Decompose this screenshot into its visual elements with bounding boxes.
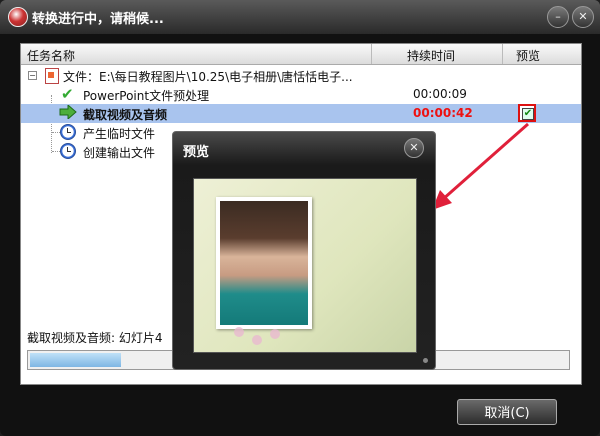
cancel-button[interactable]: 取消(C) <box>457 399 557 425</box>
minimize-button[interactable]: – <box>547 6 569 28</box>
alarm-clock-icon <box>60 124 76 140</box>
preview-window[interactable]: 预览 ✕ <box>172 131 436 370</box>
conversion-progress-window: 转换进行中，请稍候... – ✕ 任务名称 持续时间 预览 − 文件：E:\每日… <box>0 0 600 436</box>
task-label: 截取视频及音频 <box>83 108 168 122</box>
close-button[interactable]: ✕ <box>572 6 594 28</box>
title-bar: 转换进行中，请稍候... – ✕ <box>0 0 600 34</box>
preview-checkbox[interactable]: ✔ <box>518 104 536 122</box>
task-label: 产生临时文件 <box>83 127 156 141</box>
checkmark-icon: ✔ <box>522 108 534 120</box>
powerpoint-file-icon <box>45 68 59 84</box>
task-duration: 00:00:42 <box>413 106 473 120</box>
task-list-header: 任务名称 持续时间 预览 <box>21 44 581 65</box>
alarm-clock-icon <box>60 143 76 159</box>
task-row-file[interactable]: − 文件：E:\每日教程图片\10.25\电子相册\唐恬恬电子... <box>21 66 581 85</box>
arrow-right-icon <box>59 105 77 119</box>
column-divider <box>371 44 372 64</box>
task-row-preprocess[interactable]: ✔ PowerPoint文件预处理 00:00:09 <box>21 85 581 104</box>
preview-title: 预览 <box>183 145 210 160</box>
portrait-photo <box>220 201 308 325</box>
task-row-capture[interactable]: 截取视频及音频 00:00:42 ✔ <box>21 104 581 123</box>
window-title: 转换进行中，请稍候... <box>32 12 164 27</box>
column-divider <box>502 44 503 64</box>
column-header-task[interactable]: 任务名称 <box>27 47 75 64</box>
preview-image <box>193 178 417 353</box>
task-duration: 00:00:09 <box>413 87 467 101</box>
collapse-toggle-icon[interactable]: − <box>28 71 37 80</box>
photo-frame <box>216 197 312 329</box>
tree-connector <box>52 151 60 153</box>
resize-grip-icon[interactable] <box>423 358 428 363</box>
task-label: PowerPoint文件预处理 <box>83 89 210 103</box>
app-logo-icon <box>8 7 28 27</box>
check-icon: ✔ <box>61 85 74 103</box>
task-label: 创建输出文件 <box>83 146 156 160</box>
status-text: 截取视频及音频: 幻灯片4 <box>27 331 163 345</box>
column-header-duration[interactable]: 持续时间 <box>407 47 455 64</box>
task-label: 文件：E:\每日教程图片\10.25\电子相册\唐恬恬电子... <box>63 70 353 84</box>
flower-decoration <box>270 329 280 339</box>
progress-fill <box>30 353 121 367</box>
column-header-preview[interactable]: 预览 <box>516 47 540 64</box>
flower-decoration <box>234 327 244 337</box>
preview-close-button[interactable]: ✕ <box>404 138 424 158</box>
tree-connector <box>52 132 60 134</box>
flower-decoration <box>252 335 262 345</box>
